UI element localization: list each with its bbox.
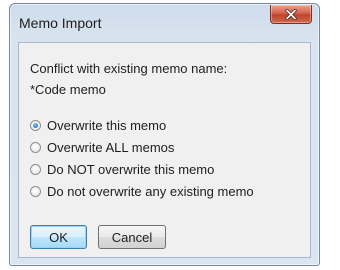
ok-button[interactable]: OK <box>30 225 87 249</box>
dialog-content: Conflict with existing memo name: *Code … <box>18 42 311 258</box>
close-icon <box>285 8 297 20</box>
close-button[interactable] <box>270 5 312 24</box>
radio-button[interactable] <box>30 141 41 153</box>
radio-overwrite-all[interactable]: Overwrite ALL memos <box>30 138 174 156</box>
radio-button[interactable] <box>30 163 41 175</box>
radio-label: Do NOT overwrite this memo <box>47 161 215 177</box>
radio-label: Do not overwrite any existing memo <box>47 183 254 199</box>
radio-overwrite-this[interactable]: Overwrite this memo <box>30 116 166 134</box>
radio-label: Overwrite this memo <box>47 117 167 133</box>
radio-label: Overwrite ALL memos <box>47 139 175 155</box>
radio-button[interactable] <box>30 119 41 131</box>
dialog-title: Memo Import <box>19 15 102 31</box>
radio-do-not-overwrite-this[interactable]: Do NOT overwrite this memo <box>30 160 214 178</box>
conflict-message: Conflict with existing memo name: <box>30 61 228 76</box>
radio-do-not-overwrite-any[interactable]: Do not overwrite any existing memo <box>30 182 254 200</box>
radio-button[interactable] <box>30 185 41 197</box>
memo-name: *Code memo <box>30 82 106 97</box>
cancel-button[interactable]: Cancel <box>98 225 166 249</box>
memo-import-dialog: Memo Import Conflict with existing memo … <box>9 3 320 266</box>
